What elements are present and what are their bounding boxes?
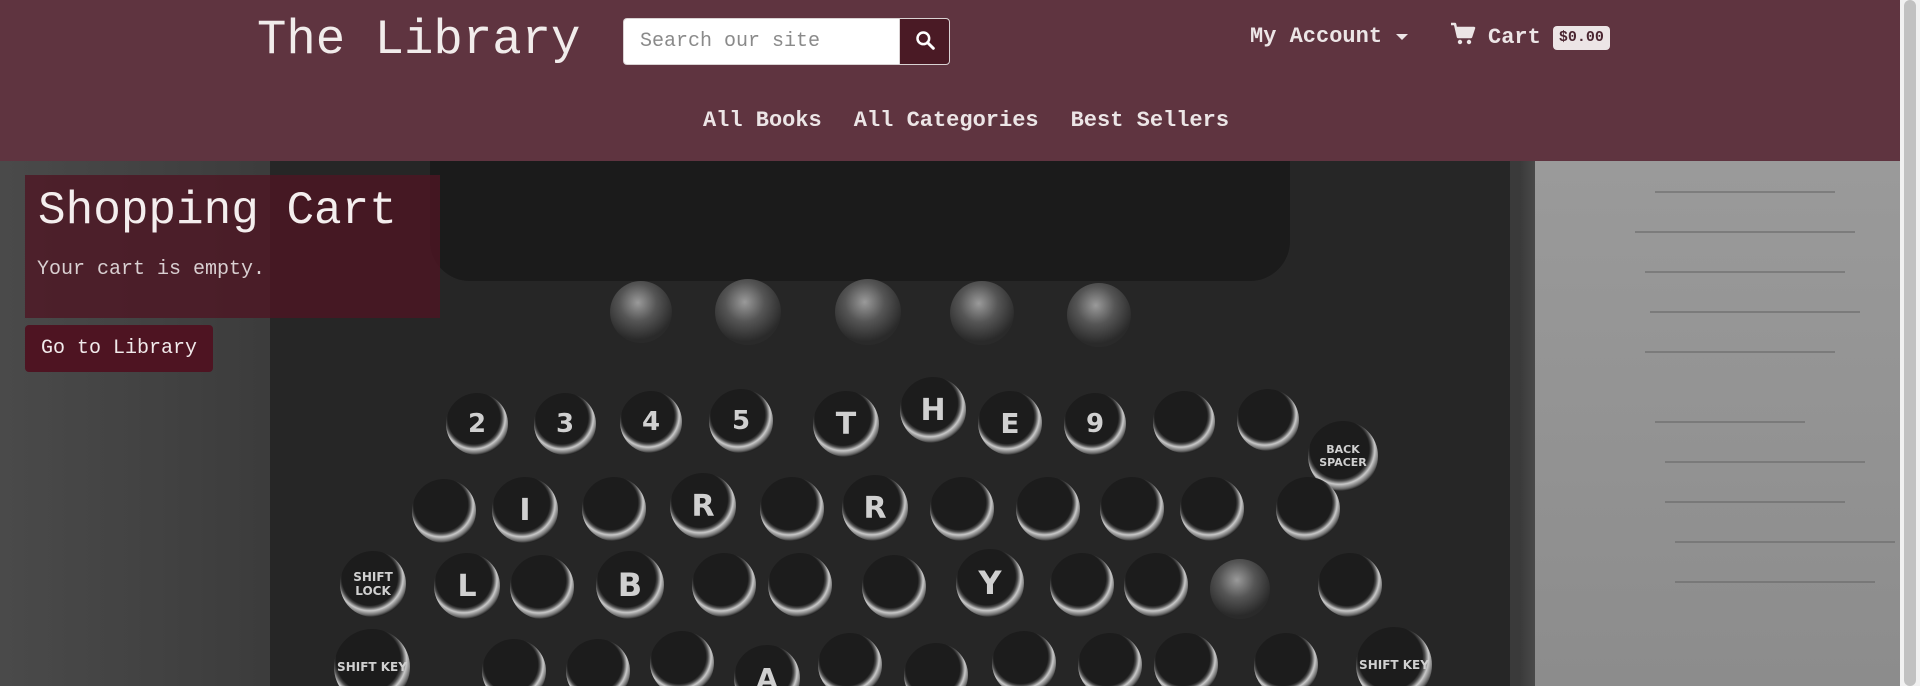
account-dropdown[interactable]: My Account [1250, 24, 1409, 49]
scrollbar-thumb[interactable] [1904, 0, 1916, 686]
handwritten-paper [1535, 161, 1900, 686]
chevron-down-icon [1396, 33, 1409, 40]
typewriter-key: I [492, 477, 558, 543]
typewriter-key: B [596, 551, 664, 619]
typewriter-key: Y [956, 549, 1024, 617]
nav-all-books[interactable]: All Books [703, 108, 822, 133]
typewriter-key: 3 [534, 393, 596, 455]
nav-best-sellers[interactable]: Best Sellers [1071, 108, 1229, 133]
search-icon [915, 30, 935, 53]
search-input[interactable] [623, 18, 899, 65]
nav-all-categories[interactable]: All Categories [854, 108, 1039, 133]
brand-logo[interactable]: The Library [257, 12, 580, 68]
typewriter-key [412, 479, 476, 543]
typewriter-key [768, 553, 832, 617]
shopping-cart-panel: Shopping Cart Your cart is empty. [25, 175, 440, 318]
typewriter-key [930, 477, 994, 541]
typewriter-key: 5 [709, 389, 773, 453]
typewriter-key [510, 555, 574, 619]
go-to-library-button[interactable]: Go to Library [25, 325, 213, 372]
empty-cart-message: Your cart is empty. [37, 258, 266, 281]
cart-label: Cart [1488, 25, 1541, 50]
site-header: The Library My Account Cart $0.00 [0, 0, 1900, 161]
shift-lock-key: SHIFT LOCK [340, 551, 406, 617]
typewriter-typebars [430, 161, 1290, 281]
typewriter-key [692, 553, 756, 617]
typewriter-key [1276, 477, 1340, 541]
search-form [623, 18, 950, 65]
typewriter-key: 2 [446, 393, 508, 455]
typewriter-key [1153, 391, 1215, 453]
typewriter-key [582, 477, 646, 541]
search-button[interactable] [899, 18, 950, 65]
typewriter-key: E [978, 391, 1042, 455]
typewriter-key [1318, 553, 1382, 617]
typewriter-key: H [900, 377, 966, 443]
typewriter-key [650, 631, 714, 686]
typewriter-key: T [813, 391, 879, 457]
typewriter-key [760, 477, 824, 541]
typewriter-key: R [842, 475, 908, 541]
typewriter-key [1124, 553, 1188, 617]
typewriter-key [1100, 477, 1164, 541]
typewriter-key: L [434, 553, 500, 619]
account-label: My Account [1250, 24, 1383, 49]
cart-icon [1450, 22, 1476, 53]
page-scrollbar[interactable] [1900, 0, 1920, 686]
typewriter-key [1016, 477, 1080, 541]
typewriter-key [862, 555, 926, 619]
page-title: Shopping Cart [38, 185, 397, 237]
typewriter-key: 4 [620, 391, 682, 453]
main-nav: All Books All Categories Best Sellers [0, 108, 1900, 133]
typewriter-key: R [670, 473, 736, 539]
typewriter-key [1180, 477, 1244, 541]
typewriter-key [992, 631, 1056, 686]
typewriter-key [1237, 389, 1299, 451]
typewriter-key [1050, 553, 1114, 617]
cart-link[interactable]: Cart $0.00 [1450, 22, 1610, 53]
cart-total-badge: $0.00 [1552, 25, 1610, 50]
typewriter-key: 9 [1064, 393, 1126, 455]
